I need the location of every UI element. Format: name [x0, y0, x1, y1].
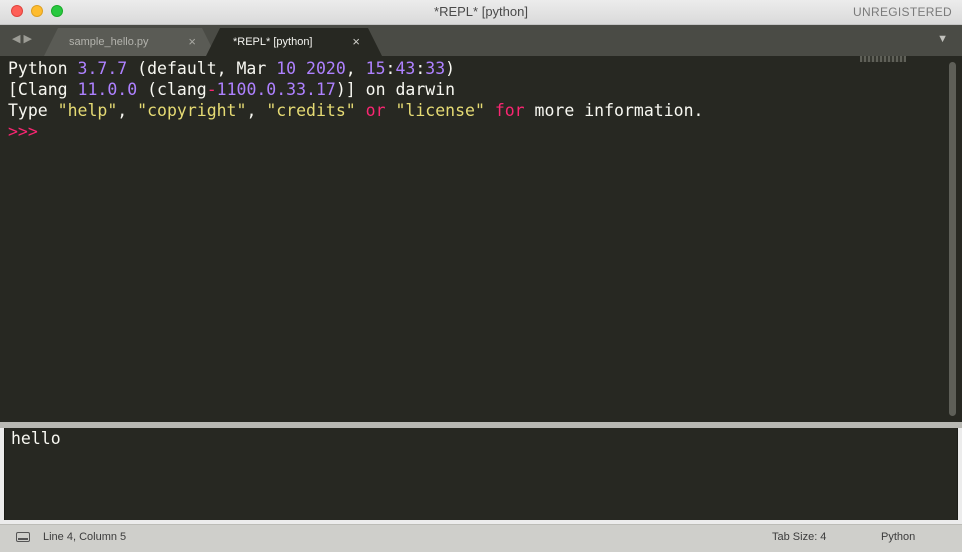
- output-panel[interactable]: hello: [4, 428, 958, 520]
- repl-prompt: >>>: [8, 122, 38, 141]
- close-icon[interactable]: ×: [188, 28, 196, 56]
- minimap[interactable]: [860, 56, 906, 62]
- output-text: hello: [11, 429, 61, 448]
- repl-line-2: [Clang 11.0.0 (clang-1100.0.33.17)] on d…: [8, 80, 456, 99]
- title-bar: *REPL* [python] UNREGISTERED: [0, 0, 962, 25]
- status-bar: Line 4, Column 5 Tab Size: 4 Python: [0, 524, 962, 552]
- tab-size-selector[interactable]: Tab Size: 4: [772, 531, 826, 543]
- tab-repl-python[interactable]: *REPL* [python] ×: [206, 28, 382, 56]
- tab-sample-hello[interactable]: sample_hello.py ×: [44, 28, 216, 56]
- repl-line-3: Type "help", "copyright", "credits" or "…: [8, 101, 704, 120]
- tab-list-dropdown-icon[interactable]: ▼: [937, 33, 948, 45]
- syntax-selector[interactable]: Python: [881, 531, 915, 543]
- repl-line-1: Python 3.7.7 (default, Mar 10 2020, 15:4…: [8, 59, 456, 78]
- tab-navigation: ◀▶: [12, 32, 35, 45]
- tab-bar: ◀▶ sample_hello.py × *REPL* [python] × ▼: [0, 25, 962, 56]
- repl-text: Python 3.7.7 (default, Mar 10 2020, 15:4…: [8, 58, 703, 142]
- license-status: UNREGISTERED: [853, 5, 952, 19]
- vertical-scrollbar[interactable]: [949, 62, 956, 416]
- close-icon[interactable]: ×: [352, 28, 360, 56]
- cursor-position: Line 4, Column 5: [43, 531, 127, 543]
- back-arrow-icon[interactable]: ◀: [12, 33, 23, 45]
- window-title: *REPL* [python]: [434, 4, 528, 19]
- repl-editor[interactable]: Python 3.7.7 (default, Mar 10 2020, 15:4…: [0, 56, 962, 422]
- panel-toggle-icon[interactable]: [16, 532, 30, 542]
- forward-arrow-icon[interactable]: ▶: [23, 33, 34, 45]
